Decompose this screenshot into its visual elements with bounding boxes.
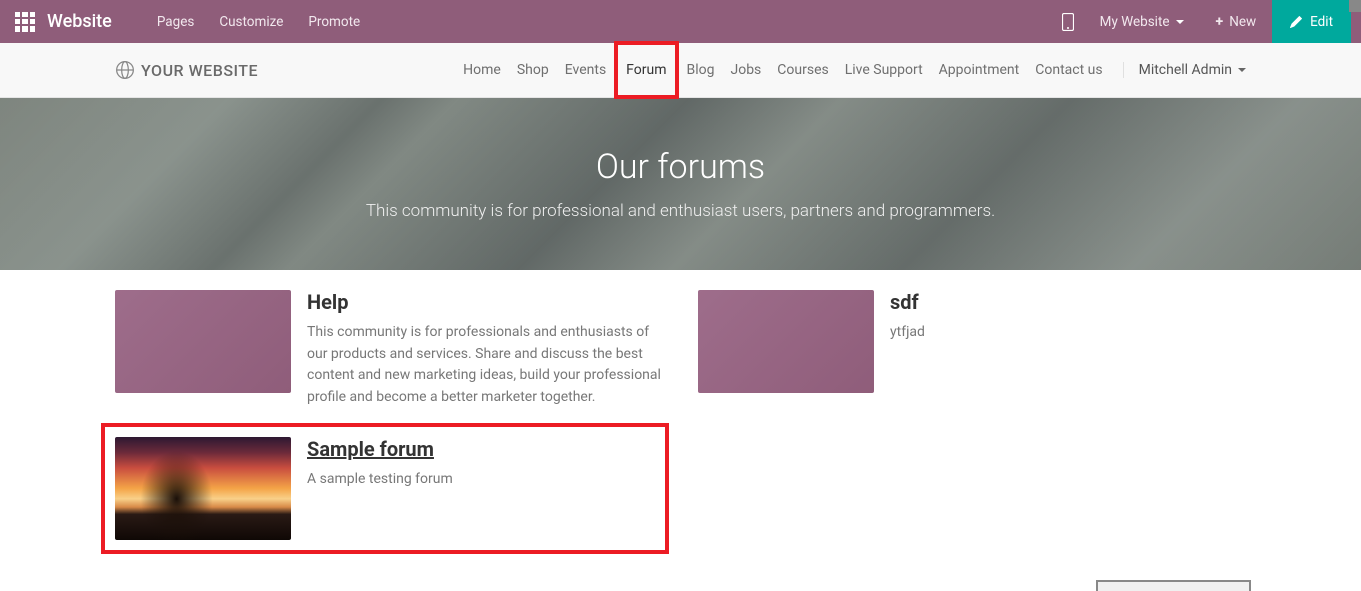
- nav-contact[interactable]: Contact us: [1027, 45, 1110, 95]
- logo[interactable]: YOUR WEBSITE: [115, 60, 258, 80]
- forum-thumb: [698, 290, 874, 393]
- apps-icon[interactable]: [15, 12, 35, 32]
- nav-live-support[interactable]: Live Support: [837, 45, 931, 95]
- forum-info: Help This community is for professionals…: [307, 290, 663, 409]
- forum-card-help[interactable]: Help This community is for professionals…: [115, 290, 663, 409]
- admin-menu-promote[interactable]: Promote: [308, 14, 360, 30]
- nav-bar: YOUR WEBSITE Home Shop Events Forum Blog…: [0, 43, 1361, 98]
- nav-appointment[interactable]: Appointment: [931, 45, 1028, 95]
- forum-card-sample[interactable]: Sample forum A sample testing forum: [115, 437, 655, 540]
- nav-shop[interactable]: Shop: [509, 45, 557, 95]
- hero-subtitle: This community is for professional and e…: [366, 201, 995, 221]
- user-menu[interactable]: Mitchell Admin: [1123, 62, 1246, 78]
- right-column: sdf ytfjad: [698, 290, 1246, 554]
- chevron-down-icon: [1176, 20, 1184, 24]
- nav-jobs[interactable]: Jobs: [722, 45, 769, 95]
- nav-links: Home Shop Events Forum Blog Jobs Courses…: [455, 41, 1246, 99]
- plus-icon: +: [1216, 14, 1224, 30]
- nav-blog[interactable]: Blog: [679, 45, 723, 95]
- nav-courses[interactable]: Courses: [769, 45, 836, 95]
- admin-menu: Pages Customize Promote: [157, 14, 360, 30]
- site-selector[interactable]: My Website: [1084, 14, 1200, 30]
- logo-text: YOUR WEBSITE: [141, 61, 258, 80]
- hero-banner: Our forums This community is for profess…: [0, 98, 1361, 270]
- forum-thumb: [115, 437, 291, 540]
- forum-card-sdf[interactable]: sdf ytfjad: [698, 290, 1246, 393]
- nav-forum[interactable]: Forum: [614, 41, 678, 99]
- globe-icon: [115, 60, 135, 80]
- admin-right: My Website + New Edit: [1052, 0, 1351, 43]
- site-selector-label: My Website: [1100, 14, 1170, 30]
- forum-info: Sample forum A sample testing forum: [307, 437, 655, 540]
- new-label: New: [1229, 14, 1256, 30]
- bottom-widget[interactable]: [1096, 580, 1251, 591]
- forum-info: sdf ytfjad: [890, 290, 1246, 393]
- edit-label: Edit: [1310, 14, 1333, 30]
- app-title[interactable]: Website: [47, 11, 112, 32]
- pencil-icon: [1290, 16, 1302, 28]
- forum-desc: A sample testing forum: [307, 469, 655, 491]
- forum-desc: ytfjad: [890, 322, 1246, 344]
- admin-menu-pages[interactable]: Pages: [157, 14, 195, 30]
- admin-menu-customize[interactable]: Customize: [219, 14, 283, 30]
- forum-thumb: [115, 290, 291, 393]
- user-name: Mitchell Admin: [1139, 62, 1232, 78]
- hero-title: Our forums: [596, 147, 765, 187]
- nav-home[interactable]: Home: [455, 45, 509, 95]
- forums-list: Help This community is for professionals…: [0, 270, 1361, 574]
- chevron-down-icon: [1238, 68, 1246, 72]
- scroll-indicator: [1349, 0, 1361, 12]
- forum-desc: This community is for professionals and …: [307, 322, 663, 409]
- mobile-preview-icon[interactable]: [1052, 13, 1084, 31]
- nav-events[interactable]: Events: [557, 45, 614, 95]
- new-button[interactable]: + New: [1200, 14, 1273, 30]
- forum-title[interactable]: Help: [307, 290, 663, 314]
- left-column: Help This community is for professionals…: [115, 290, 663, 554]
- forum-title[interactable]: Sample forum: [307, 437, 655, 461]
- edit-button[interactable]: Edit: [1272, 0, 1351, 43]
- admin-bar: Website Pages Customize Promote My Websi…: [0, 0, 1361, 43]
- forum-title[interactable]: sdf: [890, 290, 1246, 314]
- highlighted-forum: Sample forum A sample testing forum: [101, 423, 669, 554]
